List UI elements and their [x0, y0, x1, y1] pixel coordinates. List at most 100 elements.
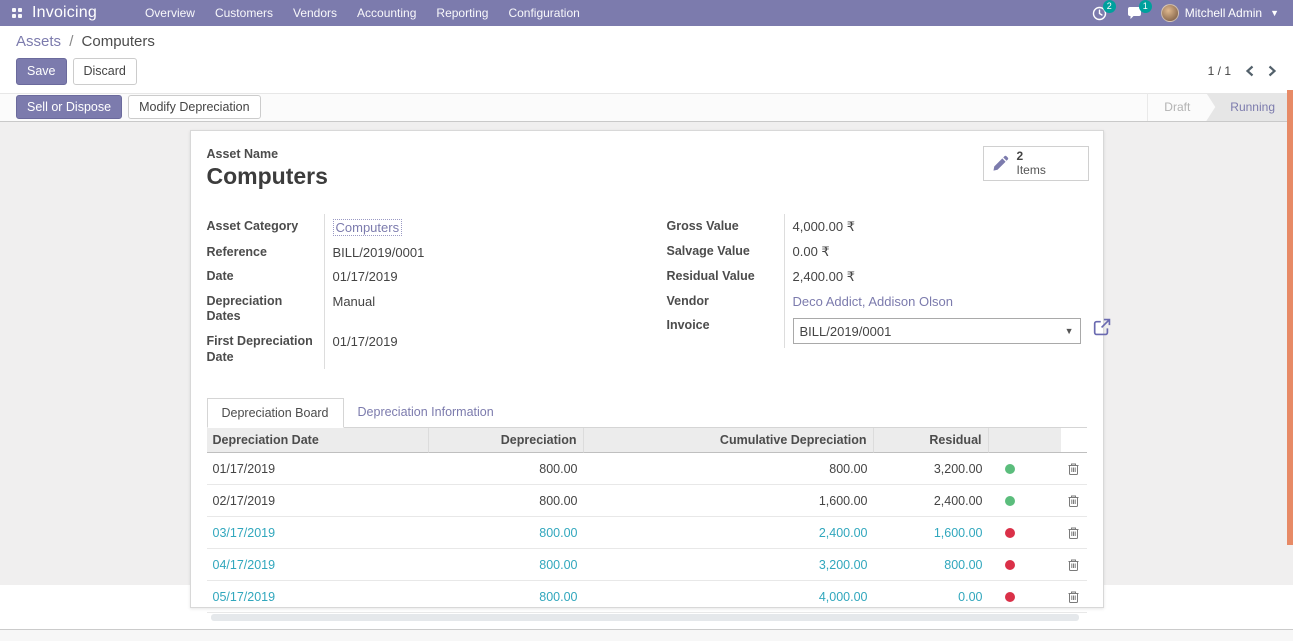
trash-icon — [1068, 558, 1079, 571]
first-depreciation-date-value[interactable]: 01/17/2019 — [324, 329, 647, 369]
delete-row-button[interactable] — [1061, 485, 1087, 516]
top-navbar: Invoicing Overview Customers Vendors Acc… — [0, 0, 1293, 26]
cell-status — [989, 549, 1031, 580]
items-smart-button[interactable]: 2 Items — [983, 146, 1089, 181]
cell-depreciation[interactable]: 800.00 — [429, 453, 584, 484]
header-depreciation-date[interactable]: Depreciation Date — [207, 428, 429, 453]
vendor-link[interactable]: Deco Addict, Addison Olson — [793, 294, 953, 309]
table-row[interactable]: 05/17/2019800.004,000.000.00 — [207, 581, 1087, 613]
cell-spacer — [1031, 485, 1061, 516]
save-button[interactable]: Save — [16, 58, 67, 85]
tab-depreciation-board[interactable]: Depreciation Board — [207, 398, 344, 428]
apps-grid-icon[interactable] — [12, 8, 22, 18]
label-gross-value: Gross Value — [667, 214, 784, 239]
delete-row-button[interactable] — [1061, 517, 1087, 548]
cell-depreciation[interactable]: 800.00 — [429, 581, 584, 612]
delete-row-button[interactable] — [1061, 549, 1087, 580]
cell-status — [989, 485, 1031, 516]
page-bottom-divider — [0, 629, 1293, 641]
table-row[interactable]: 01/17/2019800.00800.003,200.00 — [207, 453, 1087, 485]
cell-residual[interactable]: 0.00 — [874, 581, 989, 612]
cell-status — [989, 517, 1031, 548]
pager: 1 / 1 — [1208, 64, 1277, 78]
asset-category-value[interactable]: Computers — [333, 219, 403, 236]
modify-depreciation-button[interactable]: Modify Depreciation — [128, 95, 260, 120]
cell-residual[interactable]: 3,200.00 — [874, 453, 989, 484]
depreciation-table: Depreciation Date Depreciation Cumulativ… — [207, 428, 1087, 621]
invoice-select[interactable]: BILL/2019/0001 ▼ — [793, 318, 1081, 344]
cell-depreciation[interactable]: 800.00 — [429, 517, 584, 548]
header-spacer — [1031, 428, 1061, 453]
asset-name-title[interactable]: Computers — [207, 163, 1087, 190]
cell-cumulative-depreciation[interactable]: 3,200.00 — [584, 549, 874, 580]
label-reference: Reference — [207, 240, 324, 265]
reference-value[interactable]: BILL/2019/0001 — [324, 240, 647, 265]
asset-form-sheet: Asset Name Computers 2 Items Asset Categ… — [190, 130, 1104, 608]
label-asset-category: Asset Category — [207, 214, 324, 240]
menu-overview[interactable]: Overview — [135, 0, 205, 26]
cell-residual[interactable]: 1,600.00 — [874, 517, 989, 548]
dropdown-caret-icon: ▼ — [1065, 326, 1074, 336]
external-link-icon[interactable] — [1093, 318, 1111, 336]
sell-or-dispose-button[interactable]: Sell or Dispose — [16, 95, 122, 120]
app-title[interactable]: Invoicing — [32, 4, 97, 22]
control-panel: Assets / Computers Save Discard 1 / 1 — [0, 26, 1293, 93]
cell-residual[interactable]: 800.00 — [874, 549, 989, 580]
items-count: 2 — [1017, 149, 1046, 163]
menu-customers[interactable]: Customers — [205, 0, 283, 26]
table-row[interactable]: 04/17/2019800.003,200.00800.00 — [207, 549, 1087, 581]
menu-vendors[interactable]: Vendors — [283, 0, 347, 26]
cell-cumulative-depreciation[interactable]: 1,600.00 — [584, 485, 874, 516]
cell-cumulative-depreciation[interactable]: 2,400.00 — [584, 517, 874, 548]
menu-accounting[interactable]: Accounting — [347, 0, 426, 26]
main-content: Asset Name Computers 2 Items Asset Categ… — [0, 122, 1293, 585]
tab-depreciation-information[interactable]: Depreciation Information — [344, 398, 508, 428]
cell-depreciation-date[interactable]: 04/17/2019 — [207, 549, 429, 580]
salvage-value[interactable]: 0.00 ₹ — [784, 239, 1111, 264]
menu-configuration[interactable]: Configuration — [498, 0, 589, 26]
cell-depreciation-date[interactable]: 05/17/2019 — [207, 581, 429, 612]
date-value[interactable]: 01/17/2019 — [324, 264, 647, 289]
breadcrumb: Assets / Computers — [16, 33, 1277, 50]
cell-depreciation-date[interactable]: 02/17/2019 — [207, 485, 429, 516]
status-step-draft[interactable]: Draft — [1147, 93, 1206, 121]
messages-badge: 1 — [1139, 0, 1152, 13]
cell-spacer — [1031, 517, 1061, 548]
residual-value[interactable]: 2,400.00 ₹ — [784, 264, 1111, 289]
delete-row-button[interactable] — [1061, 453, 1087, 484]
draft-status-dot — [1005, 560, 1015, 570]
depreciation-dates-value[interactable]: Manual — [324, 289, 647, 329]
delete-row-button[interactable] — [1061, 581, 1087, 612]
pager-previous-icon[interactable] — [1245, 65, 1254, 77]
cell-residual[interactable]: 2,400.00 — [874, 485, 989, 516]
menu-reporting[interactable]: Reporting — [426, 0, 498, 26]
posted-status-dot — [1005, 464, 1015, 474]
cell-depreciation[interactable]: 800.00 — [429, 485, 584, 516]
discard-button[interactable]: Discard — [73, 58, 137, 85]
user-menu[interactable]: Mitchell Admin ▼ — [1155, 4, 1285, 22]
trash-icon — [1068, 526, 1079, 539]
status-step-running[interactable]: Running — [1206, 93, 1293, 121]
header-depreciation[interactable]: Depreciation — [429, 428, 584, 453]
cell-cumulative-depreciation[interactable]: 800.00 — [584, 453, 874, 484]
vertical-scrollbar-thumb[interactable] — [1287, 90, 1293, 545]
table-row[interactable]: 03/17/2019800.002,400.001,600.00 — [207, 517, 1087, 549]
header-residual[interactable]: Residual — [874, 428, 989, 453]
trash-icon — [1068, 494, 1079, 507]
cell-depreciation-date[interactable]: 03/17/2019 — [207, 517, 429, 548]
activity-clock-icon[interactable]: 2 — [1084, 4, 1115, 23]
breadcrumb-assets-link[interactable]: Assets — [16, 33, 61, 50]
cell-cumulative-depreciation[interactable]: 4,000.00 — [584, 581, 874, 612]
header-cumulative-depreciation[interactable]: Cumulative Depreciation — [584, 428, 874, 453]
table-header-row: Depreciation Date Depreciation Cumulativ… — [207, 428, 1087, 453]
left-field-group: Asset Category Computers Reference BILL/… — [207, 214, 647, 370]
pager-next-icon[interactable] — [1268, 65, 1277, 77]
table-body: 01/17/2019800.00800.003,200.0002/17/2019… — [207, 453, 1087, 613]
table-row[interactable]: 02/17/2019800.001,600.002,400.00 — [207, 485, 1087, 517]
user-avatar — [1161, 4, 1179, 22]
messages-icon[interactable]: 1 — [1119, 4, 1151, 22]
cell-depreciation-date[interactable]: 01/17/2019 — [207, 453, 429, 484]
gross-value[interactable]: 4,000.00 ₹ — [784, 214, 1111, 239]
cell-depreciation[interactable]: 800.00 — [429, 549, 584, 580]
horizontal-scrollbar[interactable] — [211, 614, 1079, 621]
